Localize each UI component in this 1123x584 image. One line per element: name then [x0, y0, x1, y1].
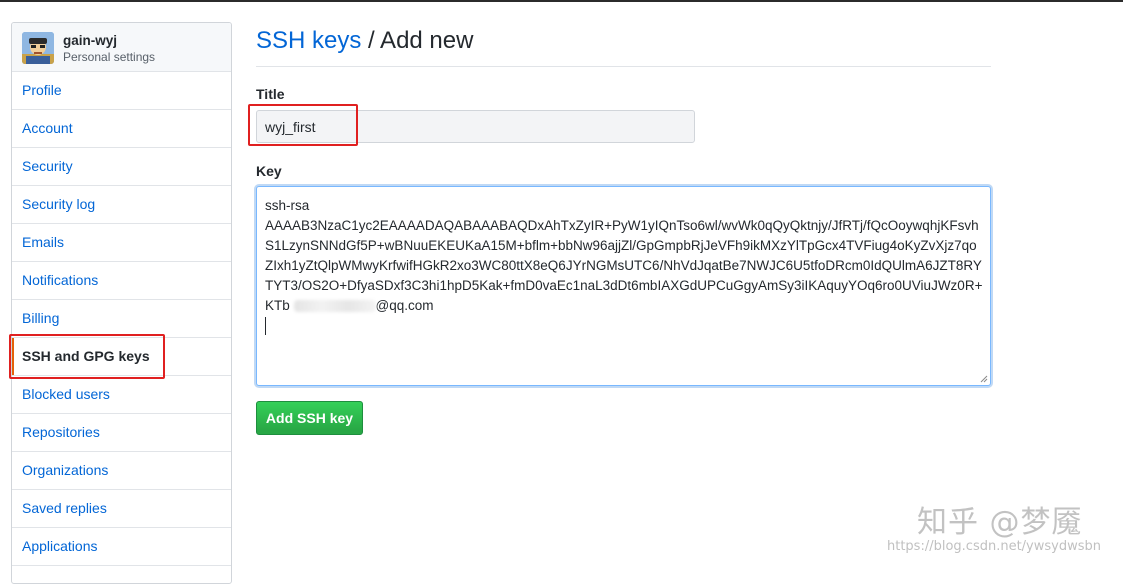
- sidebar-menu: Profile Account Security Security log Em…: [12, 72, 231, 566]
- avatar[interactable]: [22, 32, 54, 64]
- key-line: TYT3/OS2O+DfyaSDxf3C3hi1hpD5Kak+fmD0vaEc…: [265, 278, 983, 293]
- resize-grip-icon[interactable]: [980, 375, 988, 383]
- add-ssh-key-button[interactable]: Add SSH key: [256, 401, 363, 435]
- key-comment-suffix: @qq.com: [375, 298, 434, 313]
- redacted-email: [293, 300, 376, 313]
- key-label: Key: [256, 163, 282, 179]
- sidebar-item-profile[interactable]: Profile: [12, 72, 231, 110]
- sidebar-item-security[interactable]: Security: [12, 148, 231, 186]
- key-line-cursor: [265, 316, 982, 336]
- sidebar-user-header: gain-wyj Personal settings: [12, 23, 231, 72]
- sidebar-item-blocked-users[interactable]: Blocked users: [12, 376, 231, 414]
- sidebar-item-emails[interactable]: Emails: [12, 224, 231, 262]
- sidebar-item-saved-replies[interactable]: Saved replies: [12, 490, 231, 528]
- key-line: ZIxh1yZtQlpWMwyKrfwifHGkR2xo3WC80ttX8eQ6…: [265, 258, 982, 273]
- key-line: AAAAB3NzaC1yc2EAAAADAQABAAABAQDxAhTxZyIR…: [265, 218, 979, 233]
- title-divider: [256, 66, 991, 67]
- title-input[interactable]: [256, 110, 695, 143]
- sidebar-item-repositories[interactable]: Repositories: [12, 414, 231, 452]
- title-label: Title: [256, 86, 285, 102]
- zhihu-watermark: 知乎 @梦魇: [917, 505, 1083, 540]
- sidebar-item-security-log[interactable]: Security log: [12, 186, 231, 224]
- key-comment-prefix: KTb: [265, 298, 294, 313]
- key-textarea[interactable]: ssh-rsa AAAAB3NzaC1yc2EAAAADAQABAAABAQDx…: [256, 186, 991, 386]
- annotation-highlight-ssh-keys: [9, 334, 165, 379]
- username[interactable]: gain-wyj: [63, 33, 117, 48]
- key-line: ssh-rsa: [265, 198, 310, 213]
- key-line-email: KTb @qq.com: [265, 296, 982, 316]
- breadcrumb-ssh-keys-link[interactable]: SSH keys: [256, 27, 361, 54]
- sidebar-item-account[interactable]: Account: [12, 110, 231, 148]
- key-line: S1LzynSNNdGf5P+wBNuuEKEUKaA15M+bflm+bbNw…: [265, 238, 977, 253]
- personal-settings-label: Personal settings: [63, 50, 156, 64]
- csdn-watermark-url: https://blog.csdn.net/ywsydwsbn: [887, 539, 1101, 554]
- settings-sidebar: gain-wyj Personal settings Profile Accou…: [11, 22, 232, 584]
- page-title: SSH keys / Add new: [256, 27, 473, 55]
- sidebar-item-billing[interactable]: Billing: [12, 300, 231, 338]
- sidebar-item-notifications[interactable]: Notifications: [12, 262, 231, 300]
- breadcrumb-current: / Add new: [361, 27, 474, 54]
- top-border: [0, 0, 1123, 2]
- text-caret: [265, 317, 266, 336]
- sidebar-item-applications[interactable]: Applications: [12, 528, 231, 566]
- sidebar-item-organizations[interactable]: Organizations: [12, 452, 231, 490]
